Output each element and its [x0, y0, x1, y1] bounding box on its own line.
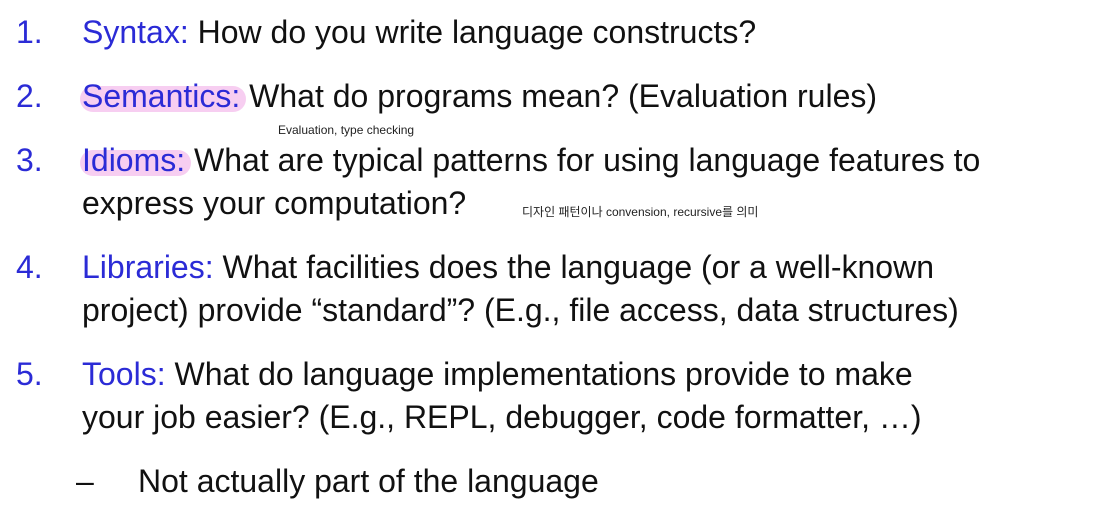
item-keyword: Tools:: [82, 356, 166, 392]
list-item-4-text: Libraries: What facilities does the lang…: [82, 247, 934, 287]
item-text: What are typical patterns for using lang…: [194, 142, 981, 178]
sub-bullet-dash: –: [76, 463, 94, 499]
list-item-5-text: Tools: What do language implementations …: [82, 354, 913, 394]
item-text: What facilities does the language (or a …: [222, 249, 934, 285]
list-item-4: 4.: [16, 247, 43, 287]
list-item-1: 1.: [16, 12, 43, 52]
item-text: express your computation?: [82, 185, 467, 221]
list-item-3-text: Idioms: What are typical patterns for us…: [82, 140, 980, 180]
sub-item-text: Not actually part of the language: [138, 463, 599, 499]
item-text: your job easier? (E.g., REPL, debugger, …: [82, 399, 922, 435]
item-number: 4.: [16, 249, 43, 285]
item-number: 3.: [16, 142, 43, 178]
item-text: How do you write language constructs?: [197, 14, 757, 50]
list-item-2-text: Semantics: What do programs mean? (Evalu…: [82, 76, 877, 116]
item-keyword-highlighted: Idioms:: [82, 142, 186, 178]
list-item-1-text: Syntax: How do you write language constr…: [82, 12, 756, 52]
item-text: What do language implementations provide…: [174, 356, 913, 392]
list-item-4-text-line2: project) provide “standard”? (E.g., file…: [82, 290, 959, 330]
item-number: 1.: [16, 14, 43, 50]
item-number: 5.: [16, 356, 43, 392]
list-item-2: 2.: [16, 76, 43, 116]
list-item-5-text-line2: your job easier? (E.g., REPL, debugger, …: [82, 397, 922, 437]
item-number: 2.: [16, 78, 43, 114]
item-text: What do programs mean? (Evaluation rules…: [249, 78, 878, 114]
item-text: project) provide “standard”? (E.g., file…: [82, 292, 959, 328]
item-keyword-highlighted: Semantics:: [82, 78, 241, 114]
list-item-3-text-line2: express your computation?: [82, 183, 466, 223]
item-keyword: Syntax:: [82, 14, 189, 50]
list-item-3: 3.: [16, 140, 43, 180]
annotation-note-semantics: Evaluation, type checking: [278, 123, 415, 137]
annotation-note-idioms: 디자인 패턴이나 convension, recursive를 의미: [522, 205, 759, 219]
item-keyword: Libraries:: [82, 249, 214, 285]
list-item-5: 5.: [16, 354, 43, 394]
